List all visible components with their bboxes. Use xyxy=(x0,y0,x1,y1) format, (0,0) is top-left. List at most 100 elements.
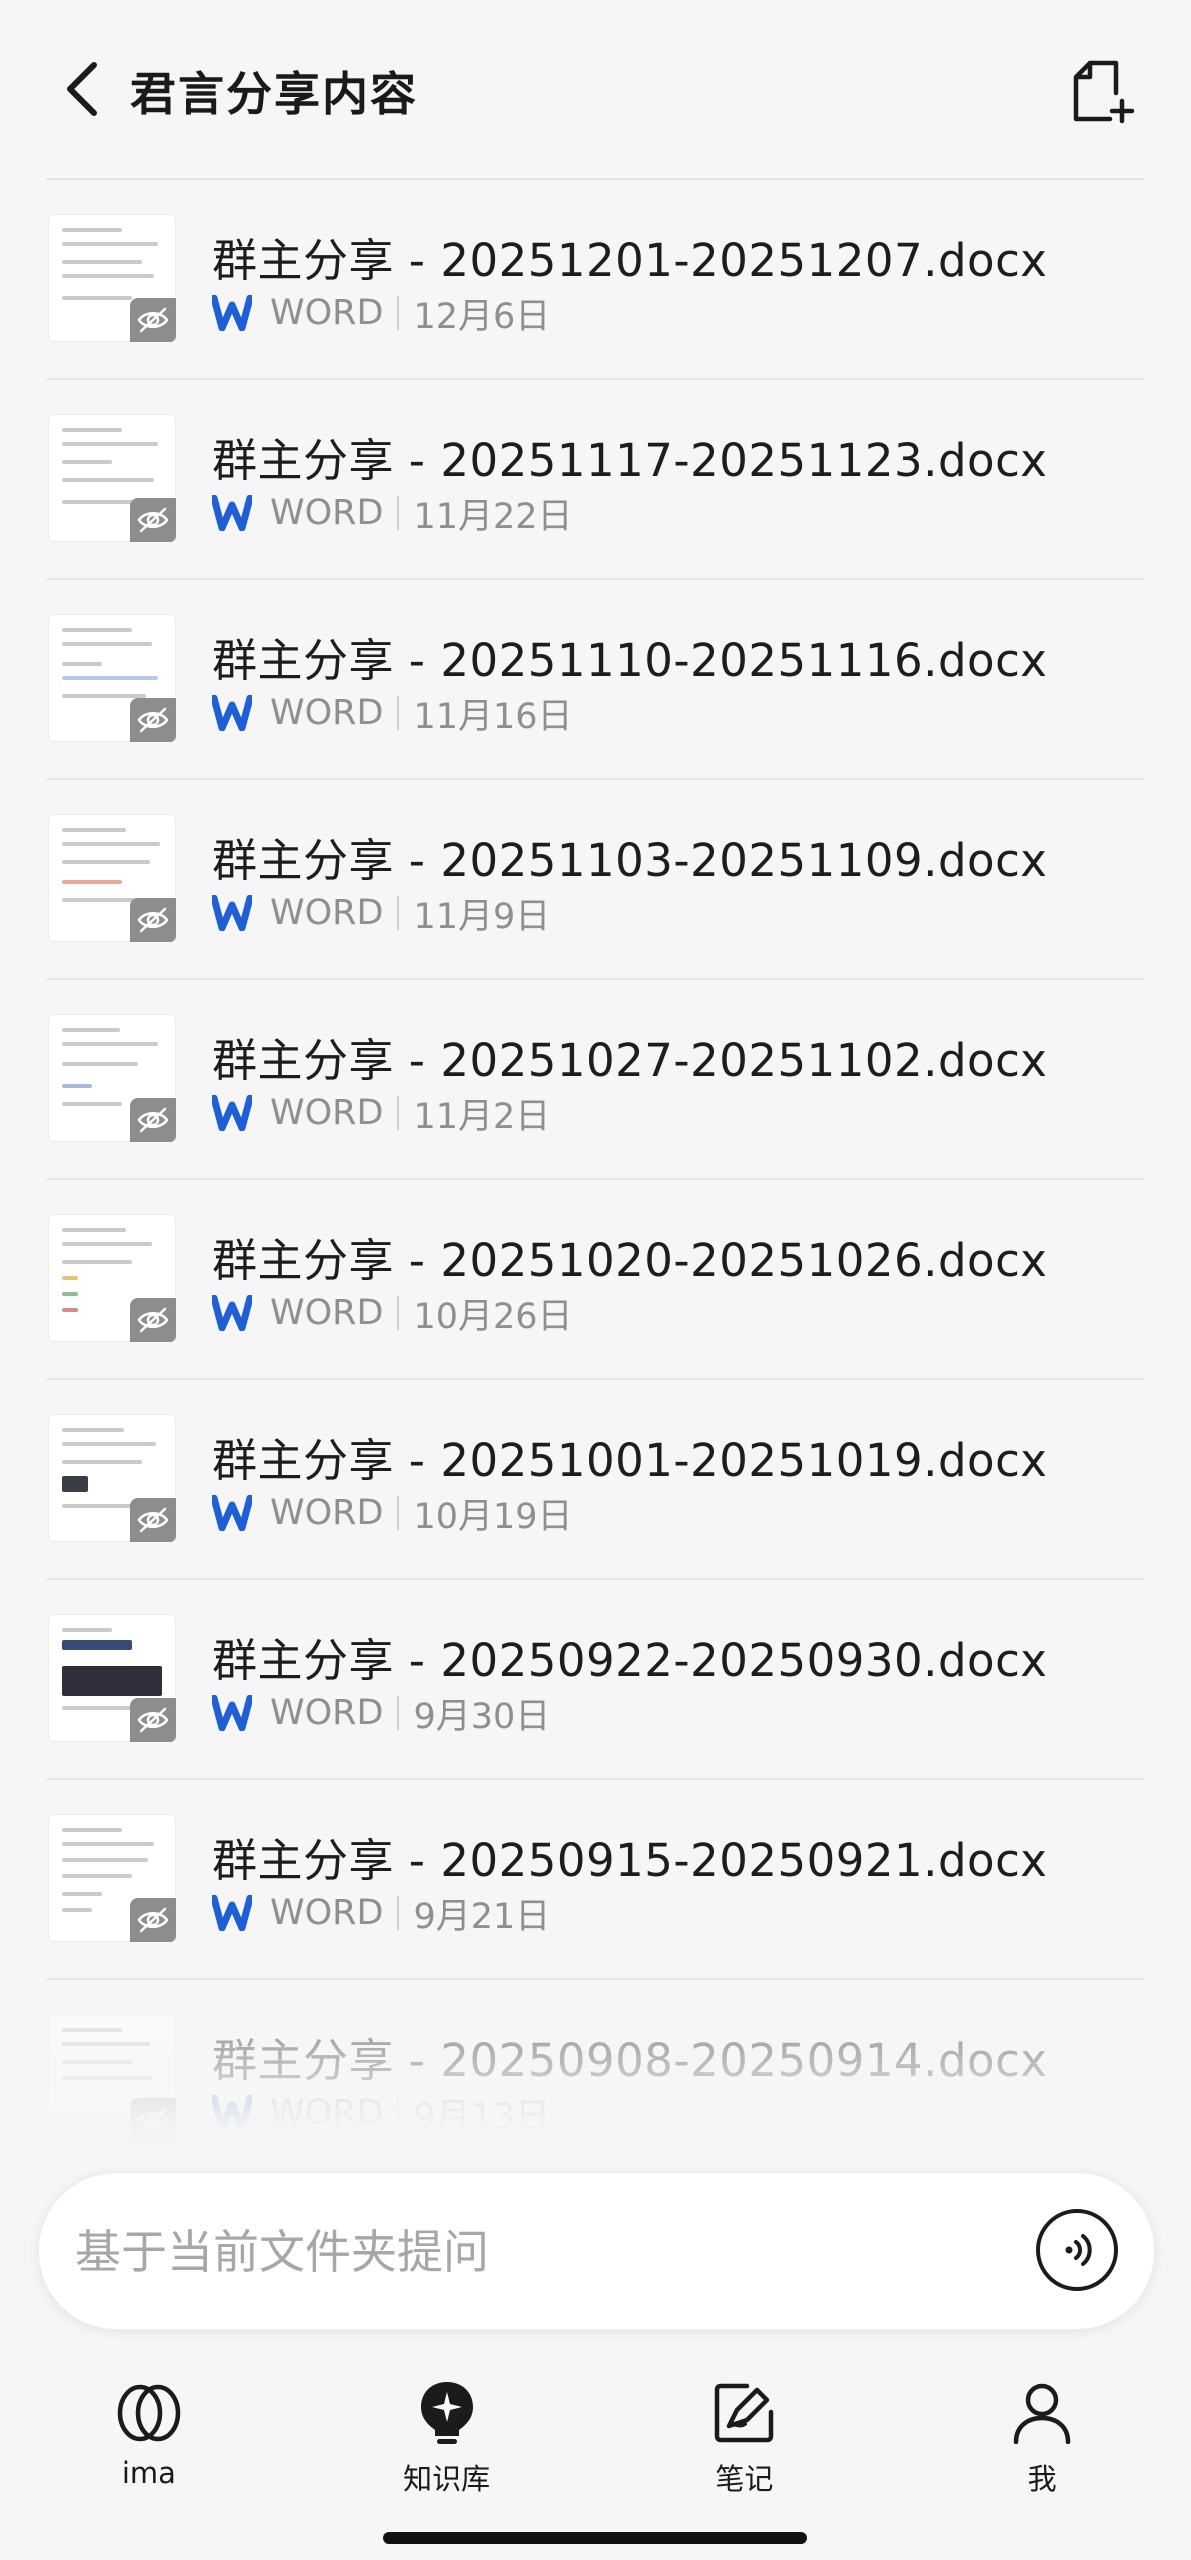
file-name: 群主分享 - 20251027-20251102.docx xyxy=(212,1034,1048,1087)
file-row[interactable]: 群主分享 - 20250922-20250930.docx WORD 9月30日 xyxy=(46,1580,1145,1780)
file-row[interactable]: 群主分享 - 20251027-20251102.docx WORD 11月2日 xyxy=(46,980,1145,1180)
voice-button[interactable] xyxy=(1036,2209,1118,2291)
file-row[interactable]: 群主分享 - 20251103-20251109.docx WORD 11月9日 xyxy=(46,780,1145,980)
word-icon xyxy=(212,1693,252,1733)
home-indicator[interactable] xyxy=(383,2532,807,2544)
file-name: 群主分享 - 20251117-20251123.docx xyxy=(212,434,1048,487)
hidden-eye-icon xyxy=(130,1498,176,1542)
file-date: 9月30日 xyxy=(413,1696,551,1737)
ask-bar xyxy=(38,2172,1155,2330)
file-row[interactable]: 群主分享 - 20251110-20251116.docx WORD 11月16… xyxy=(46,580,1145,780)
file-date: 11月2日 xyxy=(413,1096,551,1137)
word-icon xyxy=(212,693,252,733)
file-meta: WORD 11月9日 xyxy=(212,892,550,937)
chevron-left-icon xyxy=(67,62,97,116)
file-date: 10月19日 xyxy=(413,1496,573,1537)
nav-item-ima[interactable]: ima xyxy=(0,2360,298,2500)
document-thumbnail xyxy=(48,2014,176,2142)
nav-item-me[interactable]: 我 xyxy=(893,2360,1191,2500)
file-name: 群主分享 - 20251001-20251019.docx xyxy=(212,1434,1048,1487)
file-meta: WORD 11月22日 xyxy=(212,492,573,537)
hidden-eye-icon xyxy=(130,2098,176,2142)
word-icon xyxy=(212,493,252,533)
knowledge-base-icon xyxy=(414,2380,480,2446)
file-date: 9月13日 xyxy=(413,2096,551,2137)
file-type: WORD xyxy=(270,1493,384,1533)
meta-separator xyxy=(397,1496,400,1530)
file-row[interactable]: 群主分享 - 20251020-20251026.docx WORD 10月26… xyxy=(46,1180,1145,1380)
file-list: 群主分享 - 20251201-20251207.docx WORD 12月6日… xyxy=(0,180,1191,2178)
hidden-eye-icon xyxy=(130,498,176,542)
document-thumbnail xyxy=(48,414,176,542)
meta-separator xyxy=(397,696,400,730)
hidden-eye-icon xyxy=(130,1098,176,1142)
hidden-eye-icon xyxy=(130,898,176,942)
file-type: WORD xyxy=(270,293,384,333)
page-title: 君言分享内容 xyxy=(130,67,418,121)
file-name: 群主分享 - 20251110-20251116.docx xyxy=(212,634,1048,687)
header: 君言分享内容 xyxy=(0,0,1191,178)
meta-separator xyxy=(397,2096,400,2130)
voice-icon xyxy=(1065,2234,1092,2266)
document-thumbnail xyxy=(48,1214,176,1342)
file-row[interactable]: 群主分享 - 20251201-20251207.docx WORD 12月6日 xyxy=(46,180,1145,380)
profile-icon xyxy=(1009,2380,1075,2446)
hidden-eye-icon xyxy=(130,1698,176,1742)
meta-separator xyxy=(397,1296,400,1330)
ima-logo-icon xyxy=(116,2380,182,2446)
nav-label: 笔记 xyxy=(715,2462,774,2496)
word-icon xyxy=(212,2093,252,2133)
new-file-button[interactable] xyxy=(1067,56,1139,128)
word-icon xyxy=(212,893,252,933)
file-meta: WORD 9月21日 xyxy=(212,1892,550,1937)
word-icon xyxy=(212,1093,252,1133)
meta-separator xyxy=(397,896,400,930)
file-type: WORD xyxy=(270,1693,384,1733)
meta-separator xyxy=(397,296,400,330)
file-meta: WORD 10月19日 xyxy=(212,1492,573,1537)
meta-separator xyxy=(397,1896,400,1930)
file-row[interactable]: 群主分享 - 20250915-20250921.docx WORD 9月21日 xyxy=(46,1780,1145,1980)
nav-item-knowledge-base[interactable]: 知识库 xyxy=(298,2360,596,2500)
document-thumbnail xyxy=(48,1614,176,1742)
file-date: 11月22日 xyxy=(413,496,573,537)
file-name: 群主分享 - 20251020-20251026.docx xyxy=(212,1234,1048,1287)
file-type: WORD xyxy=(270,1093,384,1133)
document-thumbnail xyxy=(48,1414,176,1542)
document-thumbnail xyxy=(48,1014,176,1142)
back-button[interactable] xyxy=(52,52,112,126)
word-icon xyxy=(212,1893,252,1933)
meta-separator xyxy=(397,1696,400,1730)
file-type: WORD xyxy=(270,693,384,733)
file-meta: WORD 9月30日 xyxy=(212,1692,550,1737)
file-meta: WORD 10月26日 xyxy=(212,1292,573,1337)
file-row[interactable]: 群主分享 - 20251117-20251123.docx WORD 11月22… xyxy=(46,380,1145,580)
file-date: 12月6日 xyxy=(413,296,551,337)
file-name: 群主分享 - 20250908-20250914.docx xyxy=(212,2034,1048,2087)
file-date: 11月9日 xyxy=(413,896,551,937)
document-thumbnail xyxy=(48,814,176,942)
word-icon xyxy=(212,293,252,333)
file-row[interactable]: 群主分享 - 20250908-20250914.docx WORD 9月13日 xyxy=(46,1980,1145,2178)
file-meta: WORD 11月2日 xyxy=(212,1092,550,1137)
word-icon xyxy=(212,1493,252,1533)
ask-input[interactable] xyxy=(73,2211,977,2293)
file-type: WORD xyxy=(270,893,384,933)
file-meta: WORD 12月6日 xyxy=(212,292,550,337)
nav-label: 我 xyxy=(1027,2462,1057,2496)
file-name: 群主分享 - 20251103-20251109.docx xyxy=(212,834,1048,887)
bottom-nav: ima 知识库 笔记 我 xyxy=(0,2360,1191,2500)
hidden-eye-icon xyxy=(130,1298,176,1342)
file-row[interactable]: 群主分享 - 20251001-20251019.docx WORD 10月19… xyxy=(46,1380,1145,1580)
meta-separator xyxy=(397,1096,400,1130)
file-name: 群主分享 - 20251201-20251207.docx xyxy=(212,234,1048,287)
nav-item-notes[interactable]: 笔记 xyxy=(596,2360,894,2500)
file-date: 11月16日 xyxy=(413,696,573,737)
nav-label: 知识库 xyxy=(403,2462,491,2496)
file-date: 10月26日 xyxy=(413,1296,573,1337)
nav-label: ima xyxy=(121,2456,176,2490)
document-thumbnail xyxy=(48,214,176,342)
file-name: 群主分享 - 20250922-20250930.docx xyxy=(212,1634,1048,1687)
word-icon xyxy=(212,1293,252,1333)
note-icon xyxy=(711,2380,777,2446)
